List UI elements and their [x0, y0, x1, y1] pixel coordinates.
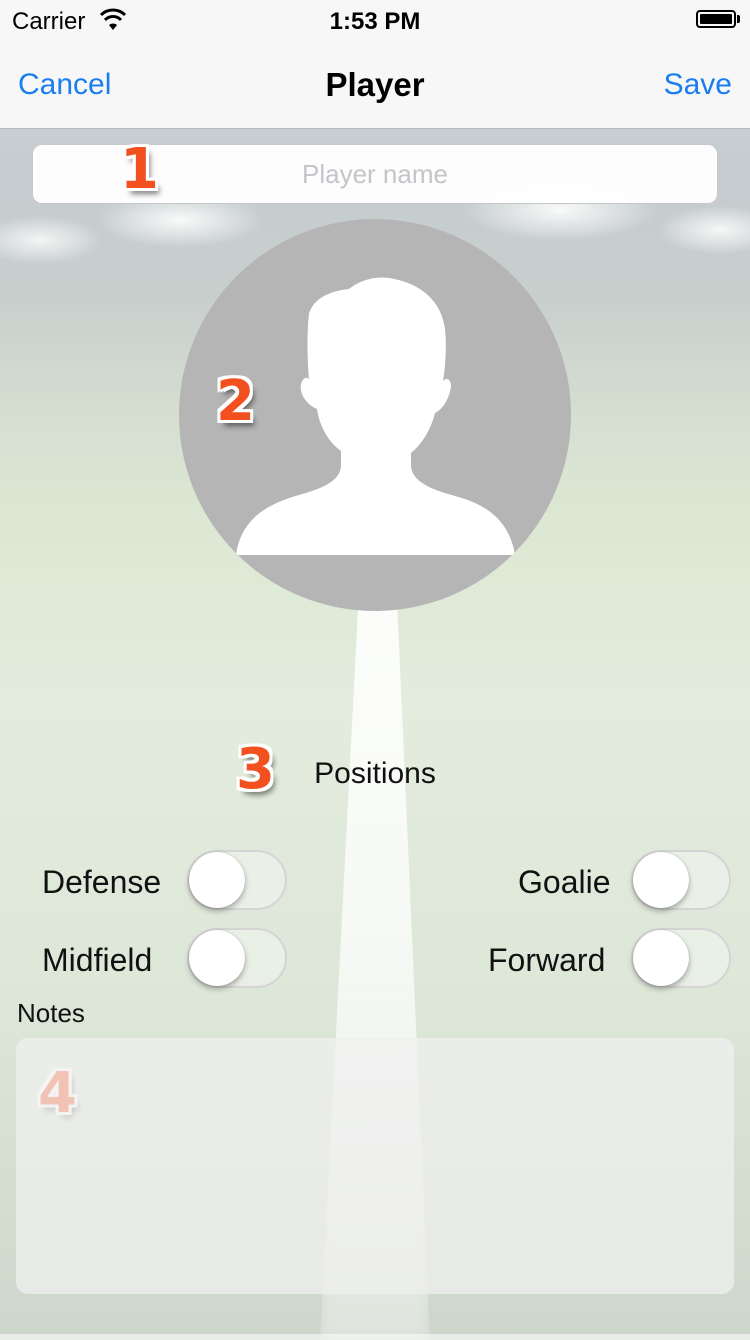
toggle-knob	[633, 852, 689, 908]
status-bar: Carrier 1:53 PM	[0, 0, 750, 40]
goalie-toggle[interactable]	[631, 850, 731, 910]
midfield-label: Midfield	[42, 942, 153, 978]
toggle-knob	[189, 852, 245, 908]
notes-label: Notes	[17, 998, 85, 1028]
save-button[interactable]: Save	[664, 68, 732, 102]
navigation-bar: Cancel Player Save	[0, 40, 750, 129]
battery-tip	[737, 15, 740, 23]
defense-toggle[interactable]	[187, 850, 287, 910]
defense-label: Defense	[42, 864, 162, 900]
toggle-knob	[189, 930, 245, 986]
annotation-badge-1: 1	[120, 137, 159, 202]
goalie-label: Goalie	[518, 864, 611, 900]
forward-label: Forward	[488, 942, 606, 978]
status-time: 1:53 PM	[329, 8, 421, 35]
positions-heading: Positions	[314, 757, 436, 790]
battery-icon	[696, 10, 736, 28]
page-title: Player	[325, 66, 425, 103]
midfield-toggle[interactable]	[187, 928, 287, 988]
notes-textarea[interactable]	[16, 1038, 734, 1294]
toggle-knob	[633, 930, 689, 986]
annotation-badge-2: 2	[216, 369, 255, 434]
forward-toggle[interactable]	[631, 928, 731, 988]
